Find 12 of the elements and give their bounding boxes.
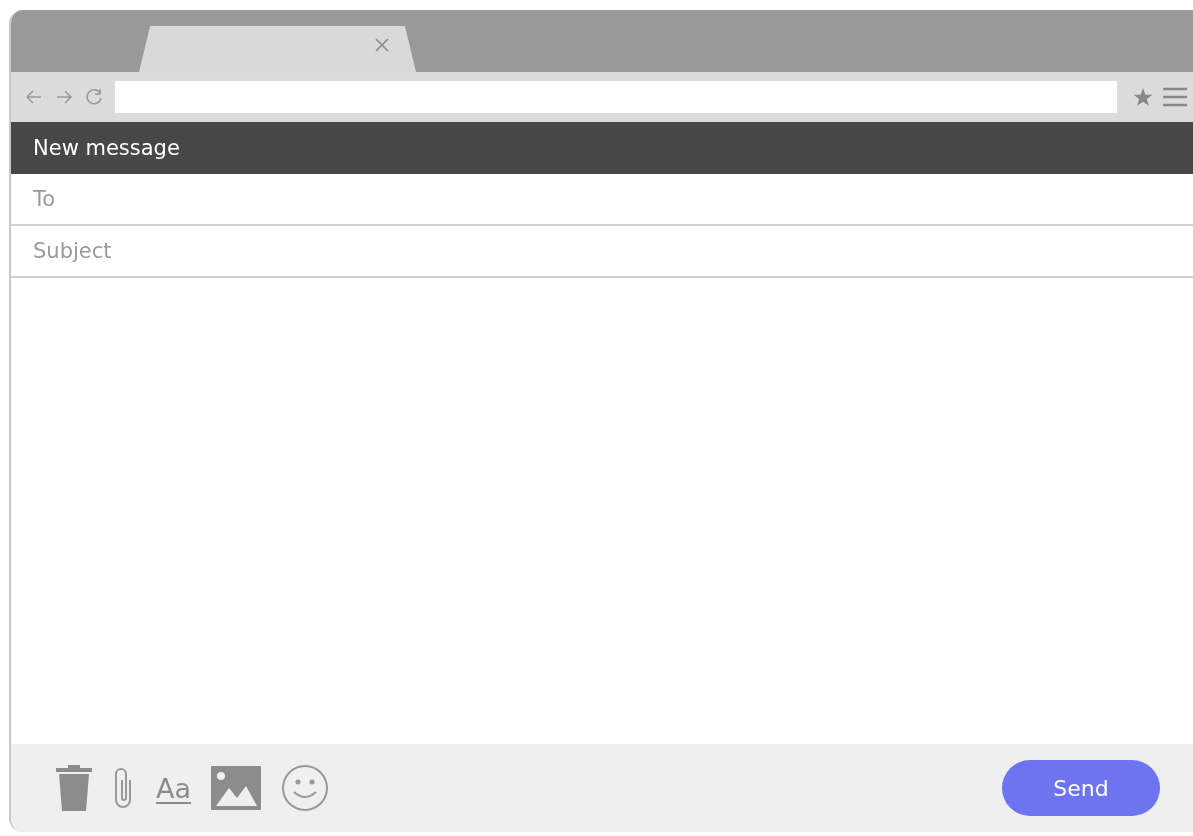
window-title: New message (33, 136, 180, 160)
back-icon[interactable] (25, 89, 43, 105)
send-button[interactable]: Send (1002, 760, 1160, 816)
reload-icon[interactable] (85, 88, 103, 106)
trash-icon[interactable] (56, 765, 92, 811)
close-icon[interactable] (374, 37, 390, 53)
menu-icon[interactable] (1163, 87, 1187, 107)
image-icon[interactable] (211, 766, 261, 810)
star-icon[interactable] (1133, 87, 1153, 107)
format-button[interactable]: Aa (156, 772, 191, 804)
forward-icon[interactable] (55, 89, 73, 105)
smiley-icon[interactable] (281, 764, 329, 812)
